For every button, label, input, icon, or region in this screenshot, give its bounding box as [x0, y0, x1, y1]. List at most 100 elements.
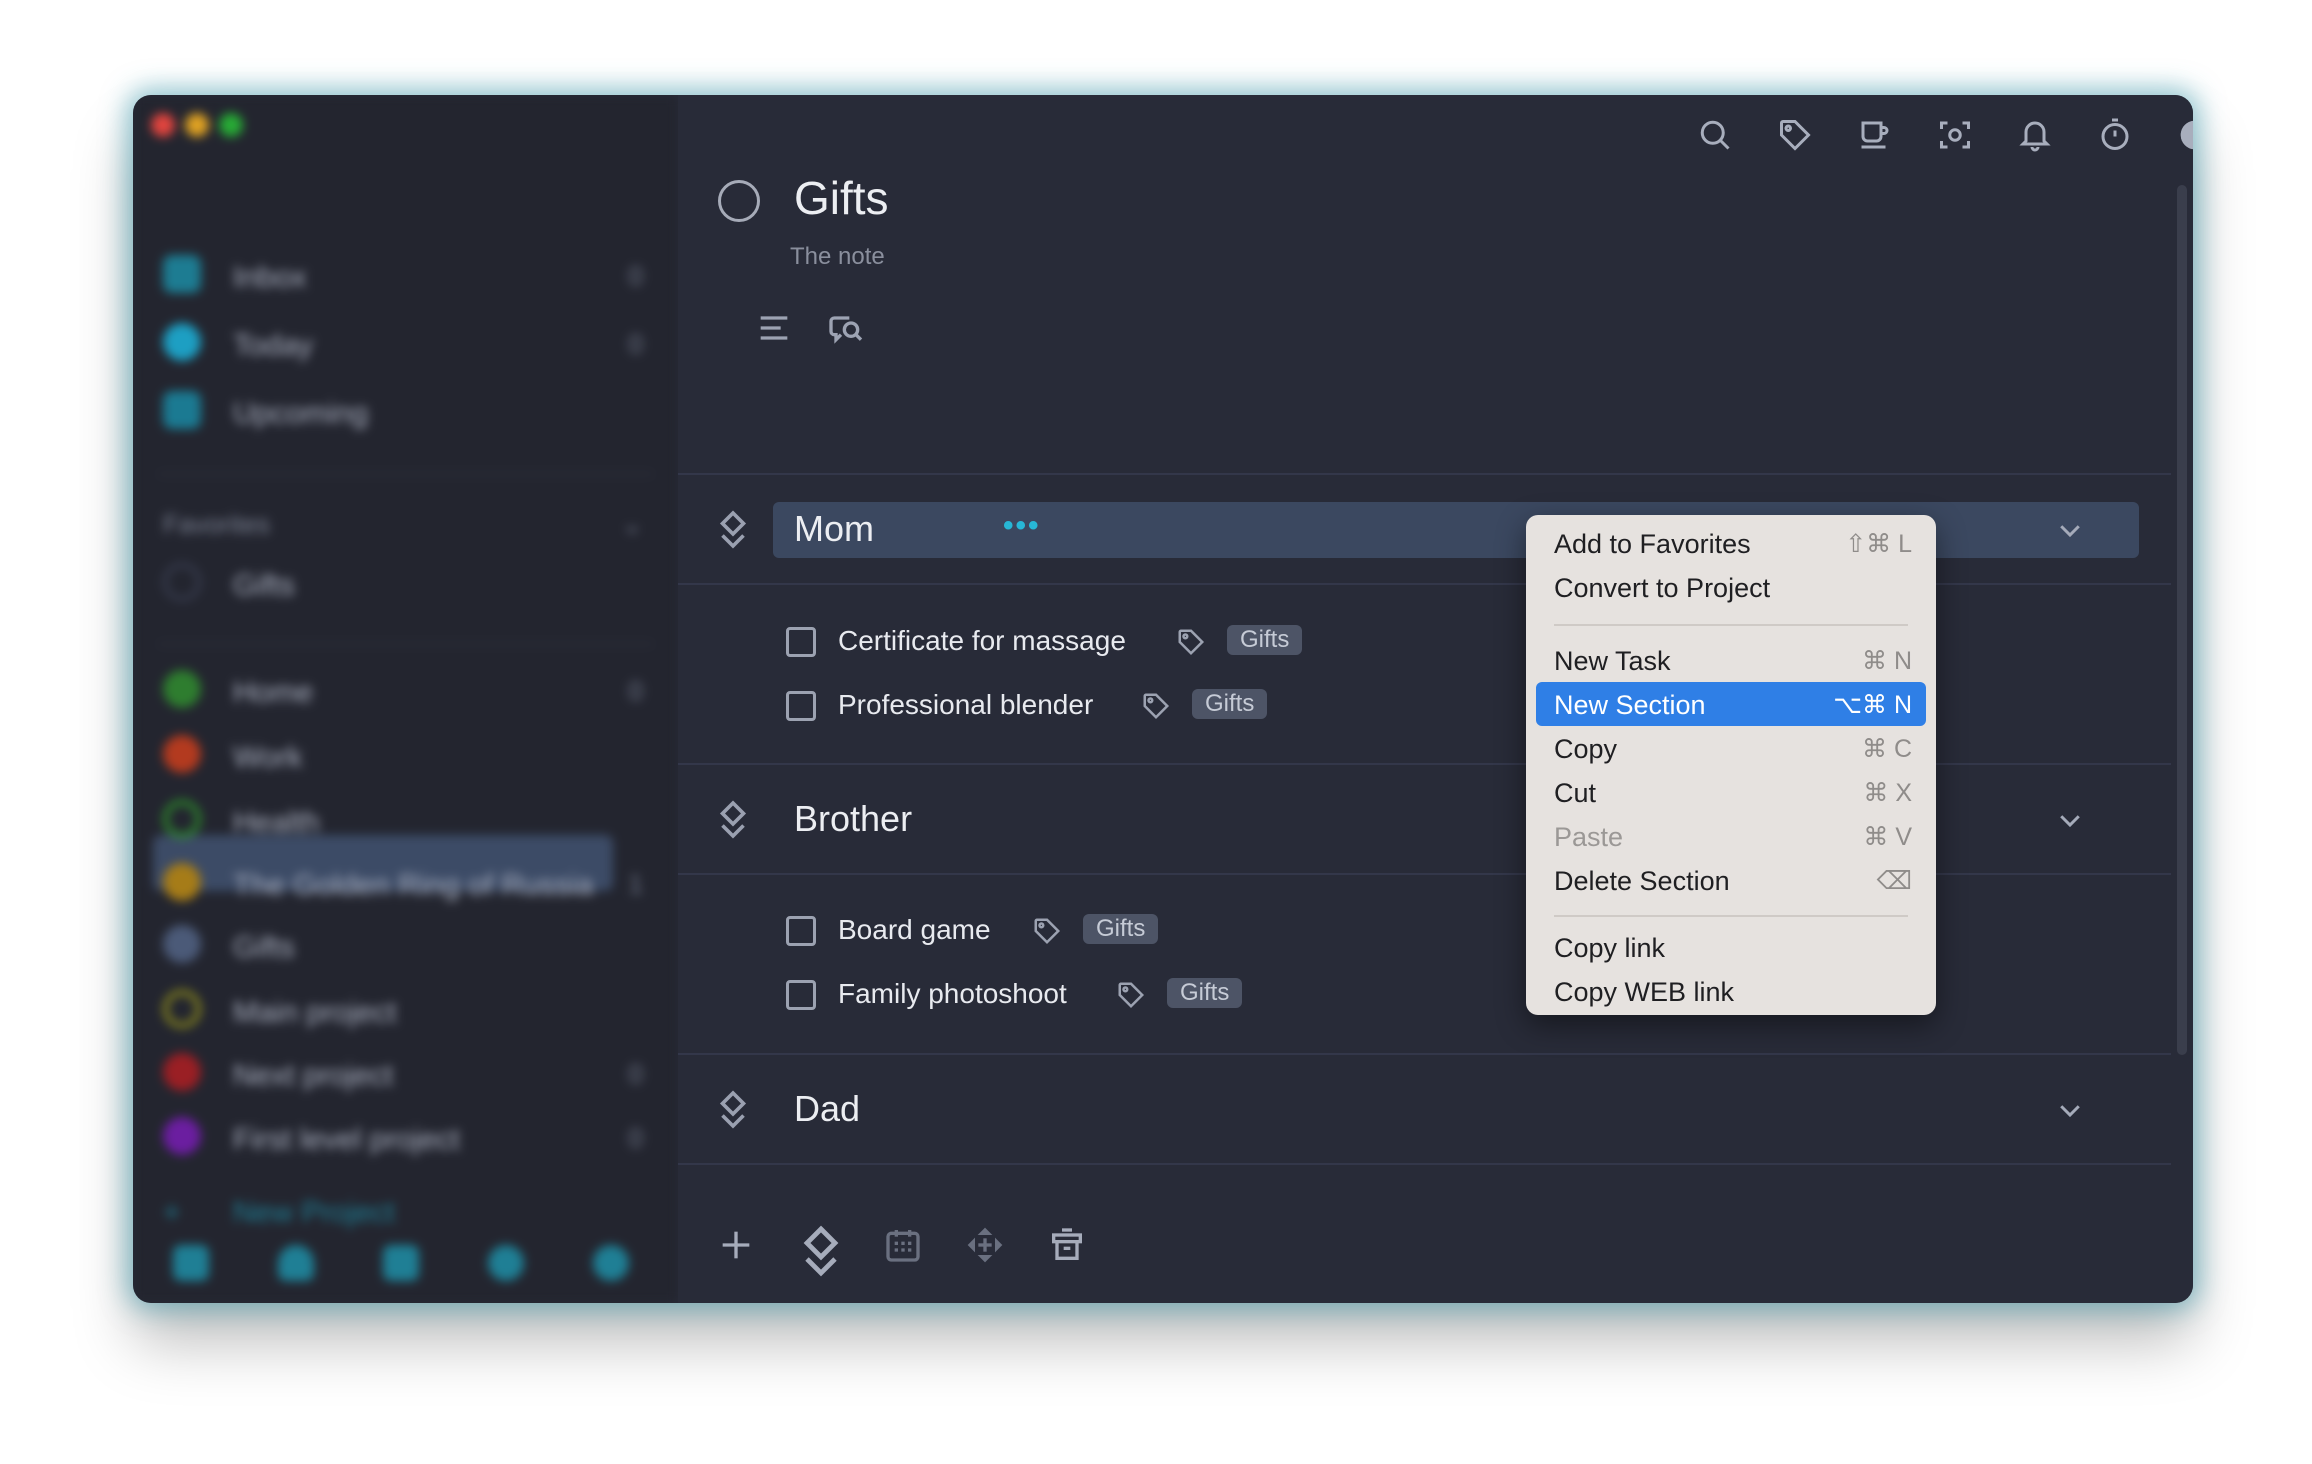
sidebar-item-today[interactable]: Today 0: [163, 323, 663, 363]
sync-icon[interactable]: [383, 1245, 419, 1281]
section-icon[interactable]: [718, 800, 748, 840]
minimize-window-button[interactable]: [185, 113, 209, 137]
project-note[interactable]: The note: [790, 243, 885, 271]
project-icon: [163, 1117, 201, 1155]
settings-icon[interactable]: [173, 1245, 209, 1281]
project-icon: [163, 1053, 201, 1091]
menu-item-delete-section[interactable]: Delete Section ⌫: [1536, 858, 1926, 902]
project-icon: [163, 670, 201, 708]
section-title[interactable]: Dad: [794, 1088, 860, 1130]
scrollbar[interactable]: [2177, 185, 2187, 1055]
favorites-heading[interactable]: Favorites ⌄: [163, 503, 663, 543]
section-icon[interactable]: [718, 1090, 748, 1130]
sidebar-item-label: Next project: [233, 1059, 394, 1092]
sidebar-item-upcoming[interactable]: Upcoming: [163, 391, 663, 431]
menu-item-new-task[interactable]: New Task ⌘ N: [1536, 638, 1926, 682]
sidebar-project-main[interactable]: Main project: [163, 990, 663, 1030]
sidebar-item-count: 0: [628, 261, 643, 291]
task-checkbox[interactable]: [786, 691, 816, 721]
timer-icon[interactable]: [2093, 113, 2137, 157]
collapse-chevron-icon: ⌄: [621, 509, 643, 539]
task-row[interactable]: Certificate for massage Gifts: [786, 623, 1306, 663]
focus-icon[interactable]: [1933, 113, 1977, 157]
sidebar-item-label: Work: [233, 741, 303, 774]
task-tag[interactable]: Gifts: [1227, 625, 1303, 655]
contrast-icon[interactable]: [2173, 113, 2193, 157]
section-title[interactable]: Mom: [794, 508, 874, 550]
calendar-icon[interactable]: [883, 1225, 923, 1265]
trash-icon[interactable]: [1047, 1225, 1087, 1265]
close-window-button[interactable]: [151, 113, 175, 137]
sidebar-item-label: Home: [233, 676, 314, 709]
project-title[interactable]: Gifts: [794, 171, 889, 225]
account-icon[interactable]: [488, 1245, 524, 1281]
sidebar-project-health[interactable]: Health: [163, 800, 663, 840]
tag-icon[interactable]: [1773, 113, 1817, 157]
sidebar-project-next[interactable]: Next project 0: [163, 1053, 663, 1093]
menu-item-label: New Task: [1554, 646, 1671, 676]
chevron-down-icon[interactable]: [2055, 805, 2085, 835]
help-icon[interactable]: [593, 1245, 629, 1281]
new-project-button[interactable]: + New Project: [163, 1190, 663, 1230]
menu-item-cut[interactable]: Cut ⌘ X: [1536, 770, 1926, 814]
cloud-icon[interactable]: [278, 1245, 314, 1281]
sidebar-item-inbox[interactable]: Inbox 0: [163, 255, 663, 295]
project-view: Gifts The note ••• Mom Certificate for m…: [678, 95, 2193, 1303]
task-title[interactable]: Professional blender: [838, 689, 1093, 721]
section-icon[interactable]: [718, 510, 748, 550]
task-tag[interactable]: Gifts: [1083, 914, 1159, 944]
menu-item-copy[interactable]: Copy ⌘ C: [1536, 726, 1926, 770]
task-tag[interactable]: Gifts: [1167, 978, 1243, 1008]
sidebar-divider: [158, 643, 653, 645]
menu-item-label: Delete Section: [1554, 866, 1730, 896]
delete-key-icon: ⌫: [1876, 867, 1912, 895]
more-options-icon[interactable]: •••: [1003, 502, 1041, 550]
task-row[interactable]: Family photoshoot Gifts: [786, 976, 1306, 1016]
sidebar-project-gifts[interactable]: Gifts: [163, 925, 663, 965]
menu-item-convert-to-project[interactable]: Convert to Project: [1536, 565, 1926, 609]
task-checkbox[interactable]: [786, 980, 816, 1010]
task-row[interactable]: Board game Gifts: [786, 912, 1306, 952]
zoom-window-button[interactable]: [219, 113, 243, 137]
sidebar-item-label: Gifts: [233, 931, 295, 964]
add-icon[interactable]: [716, 1225, 756, 1265]
sidebar-item-label: Inbox: [233, 261, 307, 294]
sidebar-project-first-level[interactable]: First level project 0: [163, 1117, 663, 1157]
search-icon[interactable]: [1693, 113, 1737, 157]
sidebar-project-work[interactable]: Work: [163, 735, 663, 775]
move-icon[interactable]: [965, 1225, 1005, 1265]
menu-item-new-section[interactable]: New Section ⌥⌘ N: [1536, 682, 1926, 726]
search-comment-icon[interactable]: [826, 308, 866, 348]
list-icon[interactable]: [754, 308, 794, 348]
menu-item-shortcut: ⌥⌘ N: [1833, 691, 1912, 719]
task-tag[interactable]: Gifts: [1192, 689, 1268, 719]
section-title[interactable]: Brother: [794, 798, 912, 840]
coffee-icon[interactable]: [1853, 113, 1897, 157]
bell-icon[interactable]: [2013, 113, 2057, 157]
task-title[interactable]: Certificate for massage: [838, 625, 1126, 657]
task-row[interactable]: Professional blender Gifts: [786, 687, 1306, 727]
sidebar-project-golden-ring[interactable]: The Golden Ring of Russia 1: [163, 863, 663, 903]
chevron-down-icon[interactable]: [2055, 515, 2085, 545]
sidebar-project-home[interactable]: Home 0: [163, 670, 663, 710]
task-title[interactable]: Board game: [838, 914, 991, 946]
project-complete-checkbox[interactable]: [718, 180, 760, 222]
today-icon: [163, 323, 201, 361]
task-checkbox[interactable]: [786, 627, 816, 657]
sidebar: Inbox 0 Today 0 Upcoming Favorites ⌄ Gif…: [133, 95, 678, 1303]
menu-item-add-to-favorites[interactable]: Add to Favorites ⇧⌘ L: [1536, 521, 1926, 565]
tag-icon: [1176, 627, 1206, 657]
sidebar-divider: [158, 473, 653, 475]
menu-item-label: Add to Favorites: [1554, 529, 1751, 559]
sidebar-item-count: 0: [628, 329, 643, 359]
chevron-down-icon[interactable]: [2055, 1095, 2085, 1125]
app-window: Inbox 0 Today 0 Upcoming Favorites ⌄ Gif…: [133, 95, 2193, 1303]
sidebar-item-favorite-gifts[interactable]: Gifts: [163, 563, 663, 603]
divider: [678, 873, 2171, 875]
task-title[interactable]: Family photoshoot: [838, 978, 1067, 1010]
task-checkbox[interactable]: [786, 916, 816, 946]
tag-icon: [1116, 980, 1146, 1010]
section-icon[interactable]: [801, 1225, 841, 1277]
menu-item-copy-link[interactable]: Copy link: [1536, 925, 1926, 969]
menu-item-copy-web-link[interactable]: Copy WEB link: [1536, 969, 1926, 1013]
